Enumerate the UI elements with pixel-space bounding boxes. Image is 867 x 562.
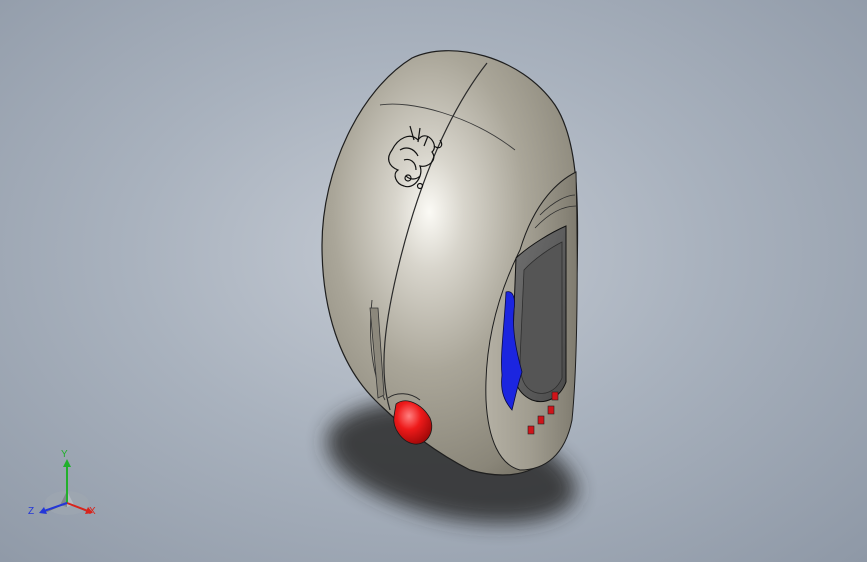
z-axis-label: Z [28, 506, 35, 517]
y-axis-label: Y [61, 449, 68, 460]
x-axis-label: X [89, 506, 96, 517]
control-button-4[interactable] [551, 391, 559, 401]
axis-triad: Y X Z [22, 445, 112, 525]
model-canvas[interactable] [0, 0, 867, 562]
control-button-2[interactable] [537, 415, 545, 425]
control-button-1[interactable] [527, 425, 535, 435]
control-button-3[interactable] [547, 405, 555, 415]
model-viewport[interactable]: Y X Z [0, 0, 867, 562]
